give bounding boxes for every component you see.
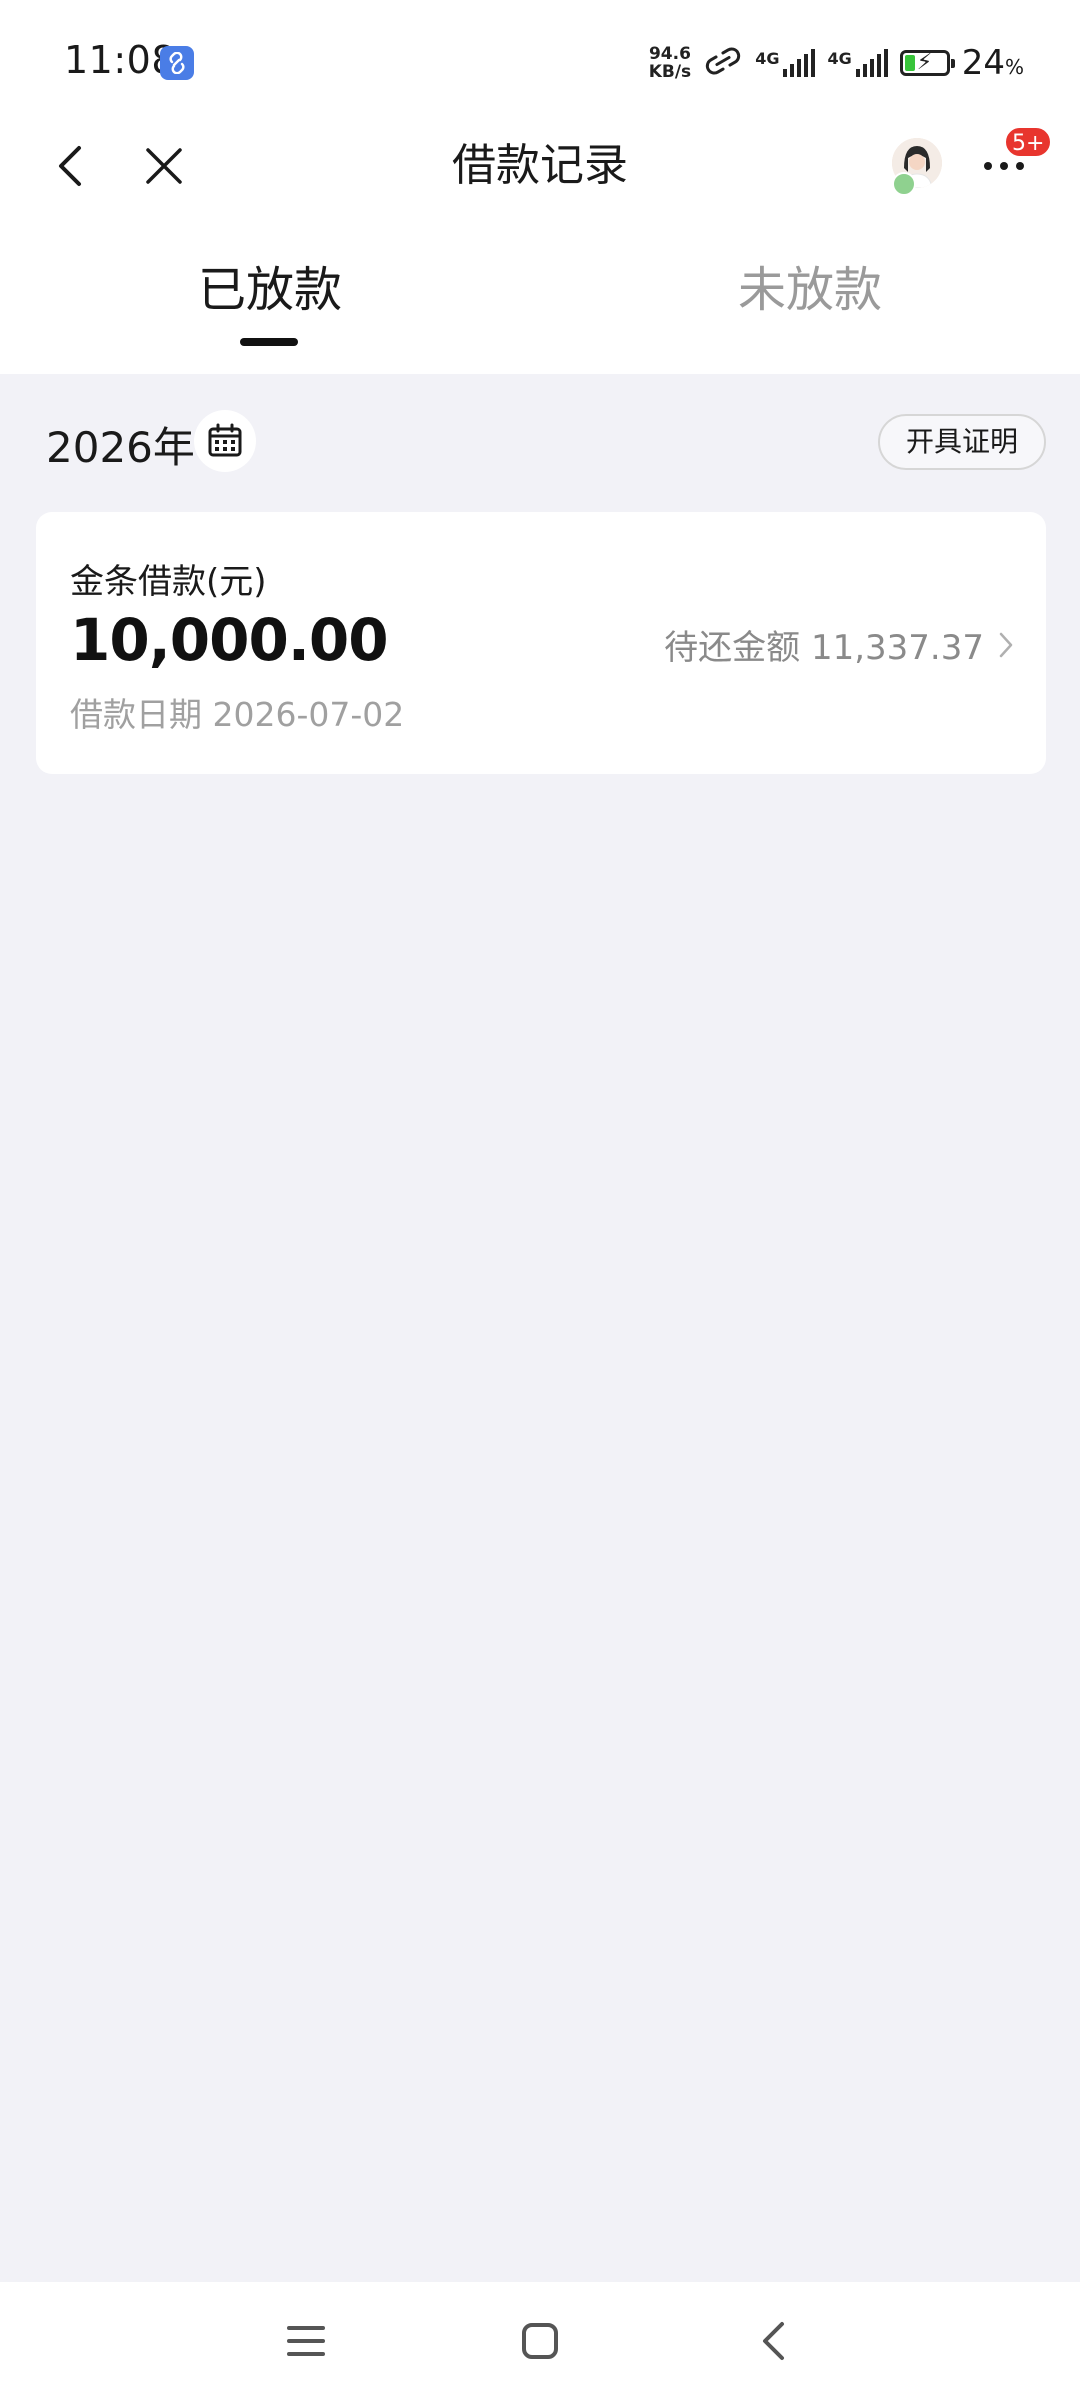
year-filter-row: 2026年 开具证明 [0,374,1080,504]
home-button[interactable] [505,2306,575,2376]
system-back-button[interactable] [738,2306,808,2376]
loan-amount: 10,000.00 [70,606,389,674]
chevron-right-icon [999,632,1013,657]
loan-record-card[interactable]: 金条借款(元) 10,000.00 待还金额 11,337.37 借款日期 20… [36,512,1046,774]
signal-1: 4G [755,49,816,77]
loan-date: 借款日期 2026-07-02 [70,695,405,734]
signal-bars-icon [855,49,888,77]
net-speed-value: 94.6 [648,44,691,64]
signal-2: 4G [827,49,888,77]
issue-certificate-button[interactable]: 开具证明 [878,414,1046,470]
loan-type: 金条借款(元) [70,562,267,602]
link-app-icon [160,46,194,80]
tab-released[interactable]: 已放款 [0,250,540,330]
battery-percent: 24% [961,43,1024,83]
recent-apps-button[interactable] [271,2306,341,2376]
tab-bar: 已放款 未放款 [0,250,1080,350]
menu-icon [287,2326,325,2356]
link-icon [703,46,743,80]
net-speed: 94.6 KB/s [649,45,691,81]
tab-active-indicator [240,338,298,346]
status-bar: 11:08 94.6 KB/s 4G 4G ⚡ 24 % [0,0,1080,126]
home-icon [522,2323,558,2359]
year-label: 2026年 [46,423,195,472]
pending-repayment: 待还金额 11,337.37 [664,620,1014,669]
signal-2-label: 4G [827,49,852,68]
nav-bar: 借款记录 5+ [0,126,1080,206]
more-icon [984,162,992,170]
top-area: 11:08 94.6 KB/s 4G 4G ⚡ 24 % 借款记录 5+ 已放款… [0,0,1080,374]
avatar-status-dot [892,172,916,196]
signal-1-label: 4G [755,49,780,68]
calendar-icon [208,423,242,457]
pending-repayment-text: 待还金额 11,337.37 [664,628,984,668]
status-indicators: 94.6 KB/s 4G 4G ⚡ 24 % [649,40,1024,86]
net-speed-unit: KB/s [648,62,692,82]
calendar-button[interactable] [194,410,256,472]
back-nav-icon [763,2322,784,2360]
system-nav-bar [0,2282,1080,2400]
tab-unreleased[interactable]: 未放款 [540,250,1080,330]
notification-badge: 5+ [1004,126,1053,158]
signal-bars-icon [783,49,816,77]
battery-icon: ⚡ [899,50,955,76]
